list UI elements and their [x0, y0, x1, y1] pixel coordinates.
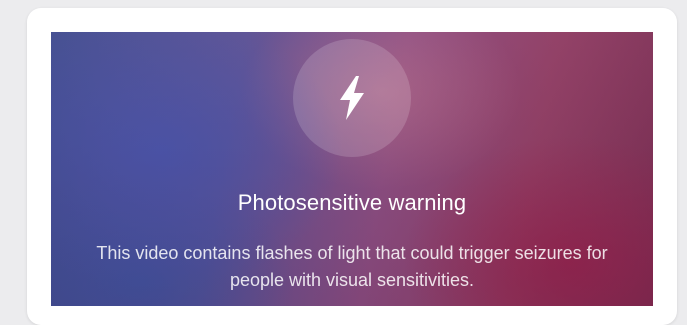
- warning-title: Photosensitive warning: [237, 190, 467, 215]
- warning-icon-badge: [293, 39, 411, 157]
- video-card: Photosensitive warning This video contai…: [27, 8, 677, 325]
- lightning-bolt-icon: [340, 76, 364, 120]
- photosensitive-warning-panel: Photosensitive warning This video contai…: [51, 32, 653, 306]
- warning-description: This video contains flashes of light tha…: [96, 243, 608, 290]
